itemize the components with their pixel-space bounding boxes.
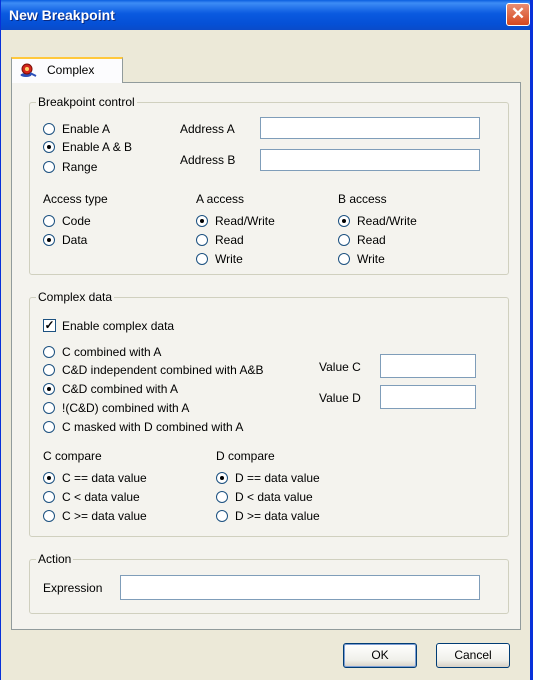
d-compare-label: D compare	[216, 449, 275, 463]
expression-label: Expression	[43, 581, 103, 595]
group-title: Action	[36, 552, 74, 566]
radio-dot	[220, 476, 224, 480]
new-breakpoint-dialog: New Breakpoint ✕ Complex Breakpoint cont…	[0, 0, 533, 680]
complex-data-group: Complex data ✓ Enable complex data C com…	[29, 290, 509, 537]
title-bar[interactable]: New Breakpoint ✕	[1, 0, 530, 30]
radio-dot	[342, 219, 346, 223]
ok-button[interactable]: OK	[343, 643, 417, 668]
address-b-input[interactable]	[260, 149, 480, 171]
radio-dot	[200, 219, 204, 223]
action-group: Action Expression	[29, 552, 509, 614]
address-a-input[interactable]	[260, 117, 480, 139]
value-d-label: Value D	[319, 391, 361, 405]
cancel-button[interactable]: Cancel	[436, 643, 510, 668]
a-access-label: A access	[196, 192, 245, 206]
value-d-input[interactable]	[380, 385, 476, 409]
c-compare-label: C compare	[43, 449, 102, 463]
tab-label: Complex	[47, 63, 95, 77]
radio-dot	[47, 238, 51, 242]
group-title: Breakpoint control	[36, 95, 137, 109]
close-button[interactable]: ✕	[506, 3, 530, 26]
value-c-label: Value C	[319, 360, 361, 374]
radio-dot	[47, 145, 51, 149]
tab-complex[interactable]: Complex	[11, 57, 123, 83]
address-a-label: Address A	[180, 122, 235, 136]
window-title: New Breakpoint	[9, 7, 115, 23]
breakpoint-control-group: Breakpoint control Enable A Enable A & B…	[29, 95, 509, 275]
access-type-label: Access type	[43, 192, 108, 206]
checkmark-icon: ✓	[43, 318, 56, 332]
address-b-label: Address B	[180, 153, 236, 167]
b-access-label: B access	[338, 192, 387, 206]
expression-input[interactable]	[120, 575, 480, 600]
tab-panel: Breakpoint control Enable A Enable A & B…	[11, 82, 521, 630]
radio-dot	[47, 387, 51, 391]
value-c-input[interactable]	[380, 354, 476, 378]
group-title: Complex data	[36, 290, 115, 304]
radio-dot	[47, 476, 51, 480]
breakpoint-icon	[20, 62, 38, 78]
